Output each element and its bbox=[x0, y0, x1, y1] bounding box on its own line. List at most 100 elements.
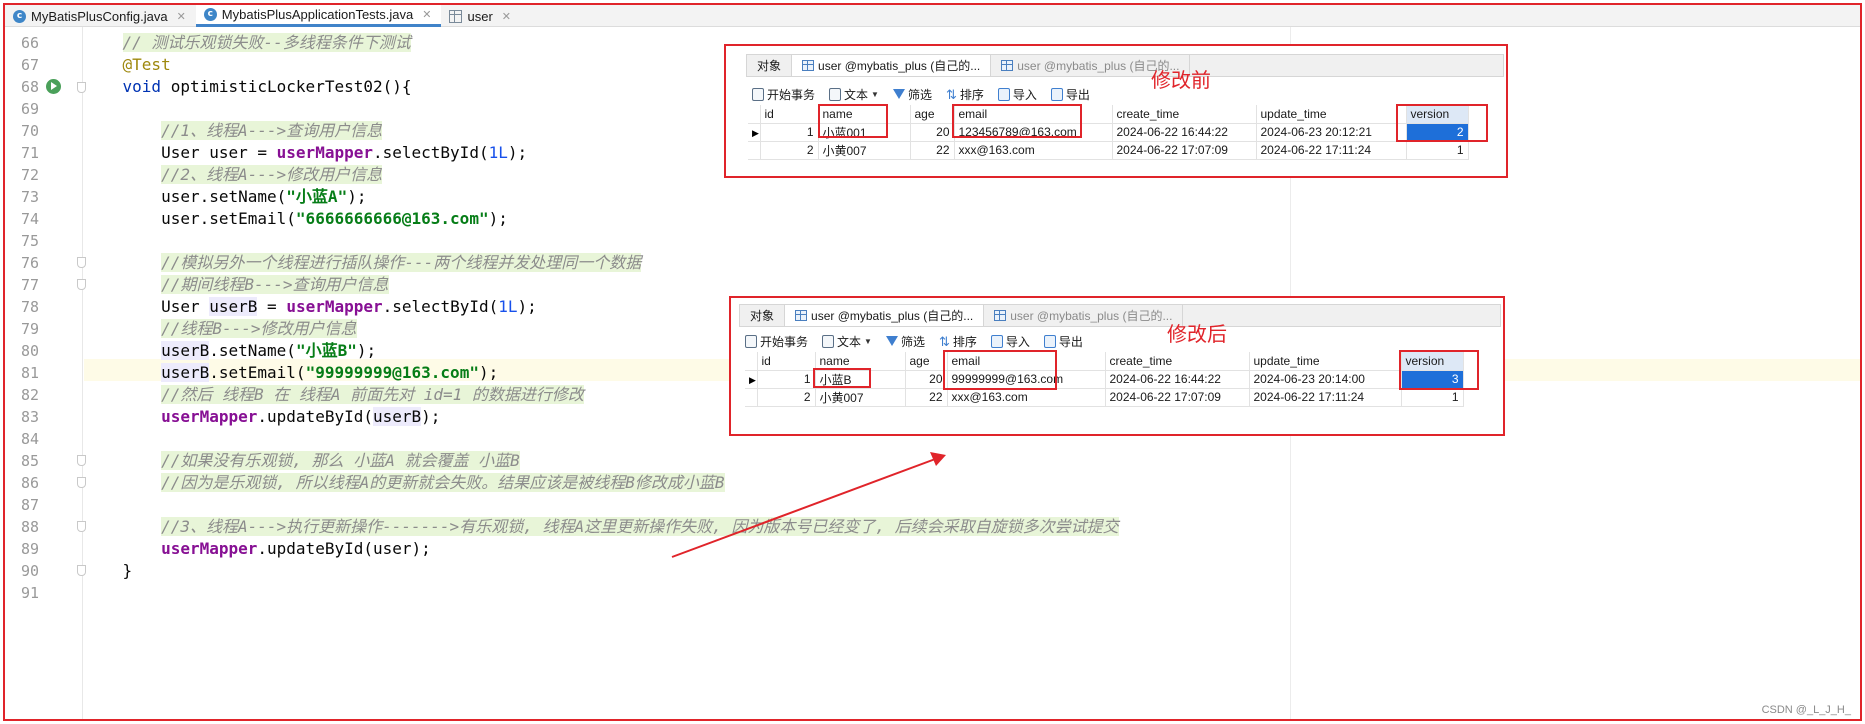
row-marker-header bbox=[745, 352, 758, 371]
tab-mybatisplusapplicationtests[interactable]: c MybatisPlusApplicationTests.java ✕ bbox=[195, 5, 442, 27]
tab-label: user @mybatis_plus (自己的... bbox=[1010, 309, 1173, 323]
cell[interactable]: 22 bbox=[905, 388, 948, 407]
sort-button[interactable]: ⇅ 排序 bbox=[946, 86, 984, 103]
tab-objects[interactable]: 对象 bbox=[740, 305, 786, 326]
db-result-panel-before: 对象 user @mybatis_plus (自己的... user @myba… bbox=[724, 44, 1508, 178]
code-comment: //3、线程A--->执行更新操作------->有乐观锁, 线程A这里更新操作… bbox=[161, 517, 1119, 536]
highlight-box bbox=[952, 104, 1082, 138]
column-header[interactable]: age bbox=[905, 352, 948, 371]
highlight-box bbox=[1396, 104, 1488, 142]
code-variable: userB bbox=[161, 363, 210, 382]
cell[interactable]: 2024-06-22 17:11:24 bbox=[1249, 388, 1402, 407]
cell[interactable]: 2024-06-23 20:12:21 bbox=[1256, 123, 1407, 142]
tab-label: user @mybatis_plus (自己的... bbox=[811, 309, 974, 323]
cell[interactable]: 小黄007 bbox=[815, 388, 906, 407]
cell[interactable]: 20 bbox=[910, 123, 955, 142]
button-label: 开始事务 bbox=[760, 334, 809, 349]
code-number: 1L bbox=[488, 143, 508, 162]
code-text: ); bbox=[421, 407, 441, 426]
column-header[interactable]: update_time bbox=[1249, 352, 1402, 371]
column-header[interactable]: age bbox=[910, 105, 955, 124]
cell[interactable]: 2024-06-23 20:14:00 bbox=[1249, 370, 1402, 389]
cell[interactable]: 1 bbox=[1401, 388, 1464, 407]
sort-button[interactable]: ⇅ 排序 bbox=[939, 333, 977, 350]
tab-label: user @mybatis_plus (自己的... bbox=[818, 59, 981, 73]
text-button[interactable]: 文本 ▼ bbox=[822, 333, 872, 350]
db-result-panel-after: 对象 user @mybatis_plus (自己的... user @myba… bbox=[729, 296, 1505, 436]
cell[interactable]: 1 bbox=[760, 123, 819, 142]
cell[interactable]: xxx@163.com bbox=[947, 388, 1106, 407]
tab-label: MyBatisPlusConfig.java bbox=[31, 8, 168, 24]
cell[interactable]: 2024-06-22 17:07:09 bbox=[1105, 388, 1250, 407]
table-icon bbox=[449, 9, 463, 23]
code-line: //因为是乐观锁, 所以线程A的更新就会失败。结果应该是被线程B修改成小蓝B bbox=[84, 470, 1860, 496]
export-button[interactable]: 导出 bbox=[1050, 86, 1090, 103]
code-text: User user = bbox=[161, 143, 277, 162]
text-button[interactable]: 文本 ▼ bbox=[829, 86, 879, 103]
row-marker bbox=[745, 388, 758, 407]
tab-user[interactable]: user ✕ bbox=[441, 5, 521, 27]
table-row[interactable]: 2 小黄007 22 xxx@163.com 2024-06-22 17:07:… bbox=[745, 388, 1464, 407]
code-field: userMapper bbox=[161, 407, 258, 426]
editor-tab-bar: c MyBatisPlusConfig.java ✕ c MybatisPlus… bbox=[5, 5, 1860, 27]
table-icon bbox=[994, 310, 1007, 321]
column-header[interactable]: create_time bbox=[1105, 352, 1250, 371]
cell[interactable]: 1 bbox=[757, 370, 816, 389]
button-label: 排序 bbox=[959, 87, 984, 102]
cell[interactable]: 2024-06-22 17:07:09 bbox=[1112, 141, 1257, 160]
close-icon[interactable]: ✕ bbox=[422, 8, 431, 21]
button-label: 排序 bbox=[952, 334, 977, 349]
table-row[interactable]: 2 小黄007 22 xxx@163.com 2024-06-22 17:07:… bbox=[748, 141, 1469, 160]
column-header[interactable]: create_time bbox=[1112, 105, 1257, 124]
db-tab-bar: 对象 user @mybatis_plus (自己的... user @myba… bbox=[746, 54, 1504, 77]
cell[interactable]: 小黄007 bbox=[818, 141, 911, 160]
run-test-icon[interactable] bbox=[46, 79, 61, 94]
code-text: user.setName( bbox=[161, 187, 287, 206]
close-icon[interactable]: ✕ bbox=[502, 10, 511, 23]
tab-label: 对象 bbox=[757, 59, 782, 73]
code-text: User bbox=[161, 297, 210, 316]
cell[interactable]: 20 bbox=[905, 370, 948, 389]
tab-mybatisplusconfig[interactable]: c MyBatisPlusConfig.java ✕ bbox=[5, 5, 196, 27]
code-text: .updateById(user); bbox=[257, 539, 431, 558]
tab-user-table[interactable]: user @mybatis_plus (自己的... bbox=[792, 55, 992, 76]
tab-user-table-2[interactable]: user @mybatis_plus (自己的... bbox=[984, 305, 1184, 326]
cell[interactable]: 2 bbox=[760, 141, 819, 160]
import-button[interactable]: 导入 bbox=[997, 86, 1037, 103]
close-icon[interactable]: ✕ bbox=[177, 10, 186, 23]
code-variable: userB bbox=[161, 341, 210, 360]
cell[interactable]: 22 bbox=[910, 141, 955, 160]
cell[interactable]: xxx@163.com bbox=[954, 141, 1113, 160]
code-string: "小蓝A" bbox=[286, 187, 348, 206]
button-label: 筛选 bbox=[907, 87, 932, 102]
chevron-down-icon: ▼ bbox=[864, 336, 872, 346]
import-button[interactable]: 导入 bbox=[990, 333, 1030, 350]
begin-transaction-button[interactable]: 开始事务 bbox=[752, 86, 815, 103]
tab-user-table[interactable]: user @mybatis_plus (自己的... bbox=[785, 305, 985, 326]
column-header[interactable]: id bbox=[760, 105, 819, 124]
annotation-label: 修改后 bbox=[1167, 322, 1227, 346]
button-label: 文本 bbox=[837, 334, 862, 349]
cell[interactable]: 1 bbox=[1406, 141, 1469, 160]
export-button[interactable]: 导出 bbox=[1043, 333, 1083, 350]
filter-button[interactable]: 筛选 bbox=[885, 333, 925, 350]
filter-button[interactable]: 筛选 bbox=[892, 86, 932, 103]
sort-icon: ⇅ bbox=[945, 86, 957, 102]
code-string: "小蓝B" bbox=[295, 341, 357, 360]
button-label: 开始事务 bbox=[767, 87, 816, 102]
cell[interactable]: 2024-06-22 17:11:24 bbox=[1256, 141, 1407, 160]
column-header[interactable]: update_time bbox=[1256, 105, 1407, 124]
code-text: ); bbox=[347, 187, 367, 206]
cell[interactable]: 2 bbox=[757, 388, 816, 407]
begin-transaction-button[interactable]: 开始事务 bbox=[745, 333, 808, 350]
tab-objects[interactable]: 对象 bbox=[747, 55, 793, 76]
column-header[interactable]: id bbox=[757, 352, 816, 371]
code-field: userMapper bbox=[286, 297, 383, 316]
cell[interactable]: 2024-06-22 16:44:22 bbox=[1105, 370, 1250, 389]
code-text: = bbox=[257, 297, 287, 316]
cell[interactable]: 2024-06-22 16:44:22 bbox=[1112, 123, 1257, 142]
code-comment: //然后 线程B 在 线程A 前面先对 id=1 的数据进行修改 bbox=[161, 385, 584, 404]
code-text: ); bbox=[478, 363, 499, 382]
table-icon bbox=[802, 60, 815, 71]
tab-label: user bbox=[467, 8, 493, 24]
